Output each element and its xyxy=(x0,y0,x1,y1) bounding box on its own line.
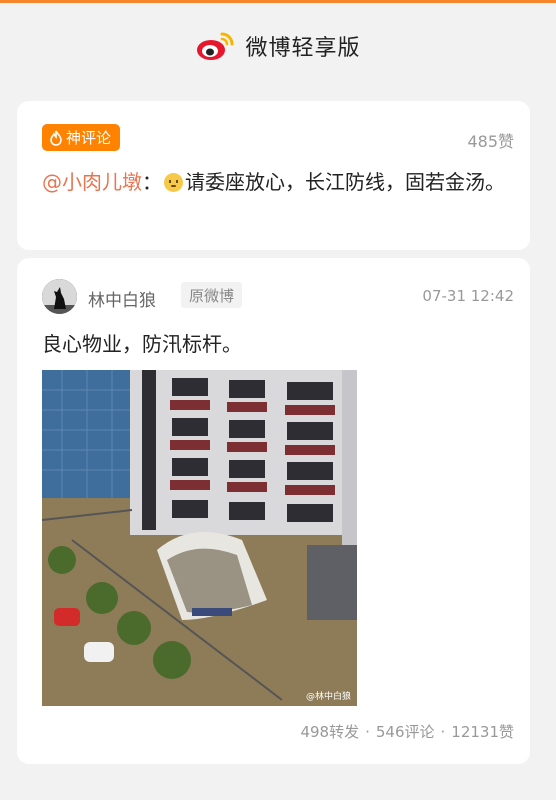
hot-comment-badge: 神评论 xyxy=(42,124,121,151)
comment-likes[interactable]: 485赞 xyxy=(467,128,514,152)
wolf-avatar-icon xyxy=(42,279,77,314)
flooded-building-illustration xyxy=(42,370,357,706)
hot-comment-badge-label: 神评论 xyxy=(66,129,112,147)
flame-icon xyxy=(50,130,62,146)
author-name[interactable]: 林中白狼 xyxy=(88,286,156,311)
post-image[interactable]: @林中白狼 xyxy=(42,370,357,706)
stats-separator: · xyxy=(440,723,446,741)
weibo-logo-icon xyxy=(197,32,234,60)
repost-count[interactable]: 498转发 xyxy=(300,723,359,741)
post-text: 良心物业，防汛标杆。 xyxy=(42,332,242,356)
user-mention[interactable]: @小肉儿墩 xyxy=(42,170,142,194)
stats-separator: · xyxy=(365,723,370,741)
original-post-card[interactable]: 林中白狼 原微博 07-31 12:42 良心物业，防汛标杆。 @林中白狼 49… xyxy=(17,258,530,764)
post-stats: 498转发 · 546评论 · 12131赞 xyxy=(300,721,514,742)
cat-emoji-icon xyxy=(164,173,183,192)
mention-separator: ： xyxy=(142,170,162,194)
like-count[interactable]: 12131赞 xyxy=(451,723,514,741)
comment-text-block: @小肉儿墩： 请委座放心，长江防线，固若金汤。 xyxy=(42,167,512,198)
post-timestamp: 07-31 12:42 xyxy=(422,287,514,305)
comment-text: 请委座放心，长江防线，固若金汤。 xyxy=(185,170,505,194)
hot-comment-card[interactable]: 神评论 485赞 @小肉儿墩： 请委座放心，长江防线，固若金汤。 xyxy=(17,101,530,250)
app-header: 微博轻享版 xyxy=(0,3,556,88)
image-watermark: @林中白狼 xyxy=(305,692,351,702)
author-avatar[interactable] xyxy=(42,279,77,314)
original-post-tag: 原微博 xyxy=(181,282,243,308)
app-title: 微博轻享版 xyxy=(245,35,361,61)
comment-count[interactable]: 546评论 xyxy=(376,723,435,741)
